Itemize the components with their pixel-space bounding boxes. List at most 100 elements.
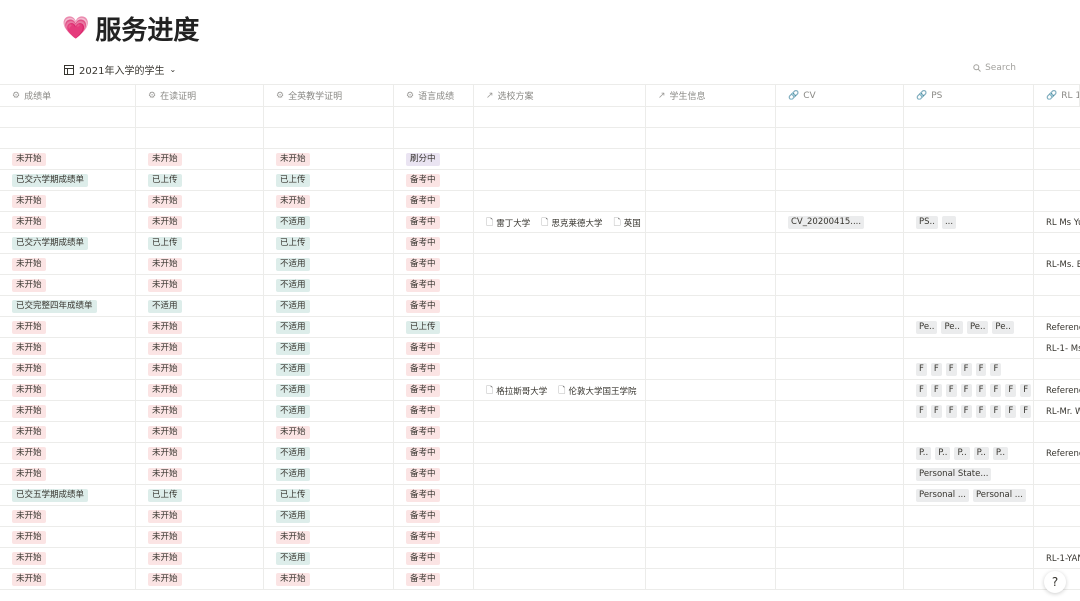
table-cell[interactable]: 备考中 bbox=[394, 296, 474, 317]
table-row[interactable]: 未开始 未开始 不适用 备考中 F F F F F F bbox=[0, 359, 1080, 380]
table-cell[interactable]: 未开始 bbox=[0, 212, 136, 233]
table-cell[interactable] bbox=[646, 212, 776, 233]
table-row[interactable]: 已交完整四年成绩单 不适用 不适用 备考中 bbox=[0, 296, 1080, 317]
file-chip[interactable]: F bbox=[930, 405, 942, 418]
column-header[interactable]: ⚙ 在读证明 bbox=[136, 85, 264, 106]
table-cell[interactable] bbox=[904, 569, 1034, 590]
table-cell[interactable] bbox=[1034, 485, 1080, 506]
table-cell[interactable] bbox=[646, 128, 776, 149]
table-cell[interactable] bbox=[474, 422, 646, 443]
table-cell[interactable] bbox=[776, 191, 904, 212]
file-chip[interactable]: Personal ... bbox=[972, 489, 1026, 502]
file-chip[interactable]: Pe.. bbox=[966, 321, 989, 334]
table-cell[interactable] bbox=[136, 128, 264, 149]
table-cell[interactable] bbox=[474, 170, 646, 191]
file-link[interactable]: RL-1-YAN bbox=[1046, 554, 1080, 564]
table-cell[interactable] bbox=[904, 422, 1034, 443]
table-cell[interactable]: 🗋 格拉斯哥大学 🗋 伦敦大学国王学院 bbox=[474, 380, 646, 401]
table-row[interactable] bbox=[0, 128, 1080, 149]
file-chip[interactable]: Personal ... bbox=[916, 489, 969, 502]
table-cell[interactable] bbox=[1034, 191, 1080, 212]
table-cell[interactable]: Reference bbox=[1034, 380, 1080, 401]
file-chip[interactable]: F bbox=[960, 363, 972, 376]
table-cell[interactable]: 不适用 bbox=[264, 317, 394, 338]
table-cell[interactable] bbox=[1034, 422, 1080, 443]
help-button[interactable]: ? bbox=[1044, 571, 1066, 593]
table-cell[interactable]: 备考中 bbox=[394, 380, 474, 401]
table-cell[interactable]: 已上传 bbox=[264, 233, 394, 254]
table-cell[interactable] bbox=[0, 128, 136, 149]
table-cell[interactable]: 未开始 bbox=[0, 527, 136, 548]
table-cell[interactable] bbox=[776, 338, 904, 359]
table-cell[interactable] bbox=[264, 107, 394, 128]
table-row[interactable]: 未开始 未开始 不适用 已上传 Pe.. Pe.. Pe.. Pe.. Referenc bbox=[0, 317, 1080, 338]
column-header[interactable]: 🔗 CV bbox=[776, 85, 904, 106]
table-cell[interactable]: 不适用 bbox=[264, 506, 394, 527]
table-cell[interactable]: 备考中 bbox=[394, 485, 474, 506]
linked-page[interactable]: 🗋 格拉斯哥大学 bbox=[486, 383, 547, 399]
table-cell[interactable]: 未开始 bbox=[136, 338, 264, 359]
table-cell[interactable]: P.. P.. P.. P.. P.. bbox=[904, 443, 1034, 464]
table-cell[interactable]: 备考中 bbox=[394, 506, 474, 527]
file-chip[interactable]: PS.. bbox=[916, 216, 938, 229]
file-chip[interactable]: F bbox=[990, 363, 1002, 376]
table-cell[interactable] bbox=[1034, 170, 1080, 191]
table-cell[interactable]: 不适用 bbox=[264, 296, 394, 317]
table-cell[interactable] bbox=[474, 296, 646, 317]
table-cell[interactable] bbox=[776, 422, 904, 443]
column-header[interactable]: ⚙ 成绩单 bbox=[0, 85, 136, 106]
table-cell[interactable]: 已上传 bbox=[394, 317, 474, 338]
table-cell[interactable] bbox=[904, 254, 1034, 275]
table-cell[interactable]: 不适用 bbox=[264, 401, 394, 422]
table-cell[interactable] bbox=[904, 191, 1034, 212]
table-cell[interactable]: 未开始 bbox=[136, 506, 264, 527]
file-chip[interactable]: F bbox=[960, 384, 972, 397]
table-cell[interactable]: 未开始 bbox=[136, 464, 264, 485]
table-cell[interactable]: 未开始 bbox=[136, 380, 264, 401]
file-chip[interactable]: ... bbox=[941, 216, 957, 229]
file-chip[interactable]: P.. bbox=[973, 447, 989, 460]
table-cell[interactable]: FFFFFF bbox=[904, 359, 1034, 380]
table-row[interactable] bbox=[0, 107, 1080, 128]
table-cell[interactable] bbox=[904, 506, 1034, 527]
table-cell[interactable]: 备考中 bbox=[394, 443, 474, 464]
table-cell[interactable] bbox=[904, 107, 1034, 128]
table-cell[interactable]: Pe.. Pe.. Pe.. Pe.. bbox=[904, 317, 1034, 338]
table-cell[interactable] bbox=[646, 254, 776, 275]
table-cell[interactable]: 备考中 bbox=[394, 170, 474, 191]
file-chip[interactable]: F bbox=[1020, 384, 1032, 397]
table-cell[interactable] bbox=[904, 338, 1034, 359]
table-cell[interactable]: RL Ms Yu bbox=[1034, 212, 1080, 233]
table-cell[interactable]: 未开始 bbox=[0, 443, 136, 464]
column-header[interactable]: ↗ 选校方案 bbox=[474, 85, 646, 106]
table-cell[interactable] bbox=[776, 485, 904, 506]
table-cell[interactable] bbox=[646, 191, 776, 212]
table-cell[interactable]: Referenc bbox=[1034, 317, 1080, 338]
table-row[interactable]: 未开始 未开始 不适用 备考中 Personal State... bbox=[0, 464, 1080, 485]
table-cell[interactable] bbox=[904, 128, 1034, 149]
table-row[interactable]: 未开始 未开始 不适用 备考中 P.. P.. P.. P.. P.. Referenc bbox=[0, 443, 1080, 464]
table-cell[interactable] bbox=[646, 443, 776, 464]
table-cell[interactable] bbox=[776, 443, 904, 464]
table-cell[interactable]: 未开始 bbox=[264, 149, 394, 170]
table-cell[interactable]: 不适用 bbox=[264, 548, 394, 569]
table-cell[interactable] bbox=[646, 464, 776, 485]
table-cell[interactable] bbox=[776, 359, 904, 380]
table-row[interactable]: 未开始 未开始 未开始 备考中 bbox=[0, 191, 1080, 212]
table-cell[interactable] bbox=[646, 422, 776, 443]
table-cell[interactable]: 已上传 bbox=[264, 170, 394, 191]
file-chip[interactable]: F bbox=[930, 363, 942, 376]
table-cell[interactable]: 未开始 bbox=[136, 359, 264, 380]
table-cell[interactable] bbox=[1034, 527, 1080, 548]
table-cell[interactable] bbox=[646, 527, 776, 548]
table-cell[interactable]: 不适用 bbox=[264, 443, 394, 464]
table-cell[interactable]: CV_20200415.... bbox=[776, 212, 904, 233]
table-cell[interactable]: 不适用 bbox=[264, 380, 394, 401]
table-cell[interactable]: 已上传 bbox=[264, 485, 394, 506]
file-link[interactable]: Referenc bbox=[1046, 449, 1080, 459]
table-cell[interactable] bbox=[1034, 464, 1080, 485]
table-cell[interactable] bbox=[474, 401, 646, 422]
file-chip[interactable]: P.. bbox=[916, 447, 932, 460]
table-cell[interactable] bbox=[904, 170, 1034, 191]
table-cell[interactable]: RL-1- Ms. bbox=[1034, 338, 1080, 359]
